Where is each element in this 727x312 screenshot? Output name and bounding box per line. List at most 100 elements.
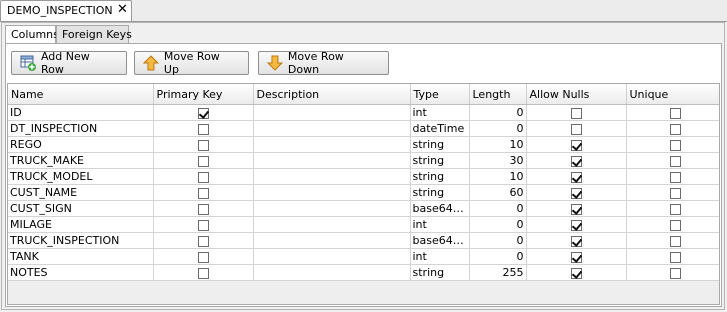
type-cell[interactable]: int xyxy=(410,248,470,265)
header-allow-nulls[interactable]: Allow Nulls xyxy=(526,84,627,105)
description-cell[interactable] xyxy=(253,216,411,233)
header-description[interactable]: Description xyxy=(253,84,411,105)
column-name-cell[interactable]: REGO xyxy=(8,136,154,153)
table-row[interactable]: ID int 0 xyxy=(8,104,719,121)
primary-key-checkbox[interactable] xyxy=(197,107,209,119)
column-name-cell[interactable]: TRUCK_MAKE xyxy=(8,152,154,169)
allow-nulls-checkbox[interactable] xyxy=(570,187,582,199)
unique-checkbox[interactable] xyxy=(669,267,681,279)
allow-nulls-checkbox[interactable] xyxy=(570,107,582,119)
type-cell[interactable]: string xyxy=(410,264,470,281)
close-icon[interactable]: ✕ xyxy=(117,2,128,17)
length-cell[interactable]: 0 xyxy=(469,216,527,233)
unique-checkbox[interactable] xyxy=(669,219,681,231)
type-cell[interactable]: dateTime xyxy=(410,120,470,137)
unique-checkbox[interactable] xyxy=(669,251,681,263)
type-cell[interactable]: string xyxy=(410,136,470,153)
description-cell[interactable] xyxy=(253,152,411,169)
primary-key-checkbox[interactable] xyxy=(197,187,209,199)
length-cell[interactable]: 255 xyxy=(469,264,527,281)
primary-key-checkbox[interactable] xyxy=(197,219,209,231)
primary-key-checkbox[interactable] xyxy=(197,203,209,215)
unique-checkbox[interactable] xyxy=(669,155,681,167)
description-cell[interactable] xyxy=(253,264,411,281)
table-row[interactable]: TRUCK_MAKE string 30 xyxy=(8,152,719,169)
header-primary-key[interactable]: Primary Key xyxy=(153,84,254,105)
description-cell[interactable] xyxy=(253,136,411,153)
column-name-cell[interactable]: DT_INSPECTION xyxy=(8,120,154,137)
table-row[interactable]: CUST_SIGN base64Binary0 xyxy=(8,200,719,217)
header-type[interactable]: Type xyxy=(410,84,470,105)
allow-nulls-checkbox[interactable] xyxy=(570,139,582,151)
allow-nulls-checkbox[interactable] xyxy=(570,123,582,135)
move-row-down-button[interactable]: Move Row Down xyxy=(258,50,389,76)
unique-checkbox[interactable] xyxy=(669,107,681,119)
type-cell[interactable]: string xyxy=(410,184,470,201)
primary-key-checkbox[interactable] xyxy=(197,171,209,183)
primary-key-checkbox[interactable] xyxy=(197,155,209,167)
tab-columns[interactable]: Columns xyxy=(5,25,59,45)
description-cell[interactable] xyxy=(253,104,411,121)
unique-checkbox[interactable] xyxy=(669,187,681,199)
column-name-cell[interactable]: CUST_NAME xyxy=(8,184,154,201)
length-cell[interactable]: 0 xyxy=(469,232,527,249)
type-cell[interactable]: string xyxy=(410,168,470,185)
length-cell[interactable]: 30 xyxy=(469,152,527,169)
description-cell[interactable] xyxy=(253,232,411,249)
column-name-cell[interactable]: NOTES xyxy=(8,264,154,281)
length-cell[interactable]: 0 xyxy=(469,120,527,137)
unique-checkbox[interactable] xyxy=(669,123,681,135)
unique-checkbox[interactable] xyxy=(669,203,681,215)
primary-key-checkbox[interactable] xyxy=(197,267,209,279)
type-cell[interactable]: base64Binary xyxy=(410,200,470,217)
column-name-cell[interactable]: TRUCK_MODEL xyxy=(8,168,154,185)
allow-nulls-checkbox[interactable] xyxy=(570,203,582,215)
description-cell[interactable] xyxy=(253,120,411,137)
type-cell[interactable]: int xyxy=(410,216,470,233)
type-cell[interactable]: int xyxy=(410,104,470,121)
table-row[interactable]: CUST_NAME string 60 xyxy=(8,184,719,201)
table-row[interactable]: NOTES string 255 xyxy=(8,264,719,281)
allow-nulls-checkbox[interactable] xyxy=(570,171,582,183)
length-cell[interactable]: 0 xyxy=(469,200,527,217)
allow-nulls-checkbox[interactable] xyxy=(570,219,582,231)
table-row[interactable]: TANK int 0 xyxy=(8,248,719,265)
allow-nulls-checkbox[interactable] xyxy=(570,267,582,279)
length-cell[interactable]: 60 xyxy=(469,184,527,201)
unique-checkbox[interactable] xyxy=(669,235,681,247)
unique-checkbox[interactable] xyxy=(669,171,681,183)
table-row[interactable]: TRUCK_INSPECTION base64Binary0 xyxy=(8,232,719,249)
length-cell[interactable]: 0 xyxy=(469,104,527,121)
primary-key-checkbox[interactable] xyxy=(197,139,209,151)
description-cell[interactable] xyxy=(253,248,411,265)
primary-key-checkbox[interactable] xyxy=(197,123,209,135)
primary-key-checkbox[interactable] xyxy=(197,251,209,263)
document-tab-demo-inspection[interactable]: DEMO_INSPECTION ✕ xyxy=(0,0,132,21)
header-unique[interactable]: Unique xyxy=(626,84,719,105)
column-name-cell[interactable]: TRUCK_INSPECTION xyxy=(8,232,154,249)
description-cell[interactable] xyxy=(253,200,411,217)
header-name[interactable]: Name xyxy=(8,84,154,105)
unique-checkbox[interactable] xyxy=(669,139,681,151)
header-length[interactable]: Length xyxy=(469,84,527,105)
type-cell[interactable]: string xyxy=(410,152,470,169)
length-cell[interactable]: 10 xyxy=(469,136,527,153)
table-row[interactable]: TRUCK_MODEL string 10 xyxy=(8,168,719,185)
move-row-up-button[interactable]: Move Row Up xyxy=(134,50,249,76)
table-row[interactable]: REGO string 10 xyxy=(8,136,719,153)
allow-nulls-checkbox[interactable] xyxy=(570,235,582,247)
column-name-cell[interactable]: CUST_SIGN xyxy=(8,200,154,217)
type-cell[interactable]: base64Binary xyxy=(410,232,470,249)
description-cell[interactable] xyxy=(253,184,411,201)
add-new-row-button[interactable]: Add New Row xyxy=(11,50,127,76)
description-cell[interactable] xyxy=(253,168,411,185)
tab-foreign-keys[interactable]: Foreign Keys xyxy=(56,25,132,44)
table-row[interactable]: MILAGE int 0 xyxy=(8,216,719,233)
column-name-cell[interactable]: ID xyxy=(8,104,154,121)
length-cell[interactable]: 0 xyxy=(469,248,527,265)
column-name-cell[interactable]: TANK xyxy=(8,248,154,265)
length-cell[interactable]: 10 xyxy=(469,168,527,185)
column-name-cell[interactable]: MILAGE xyxy=(8,216,154,233)
primary-key-checkbox[interactable] xyxy=(197,235,209,247)
allow-nulls-checkbox[interactable] xyxy=(570,251,582,263)
